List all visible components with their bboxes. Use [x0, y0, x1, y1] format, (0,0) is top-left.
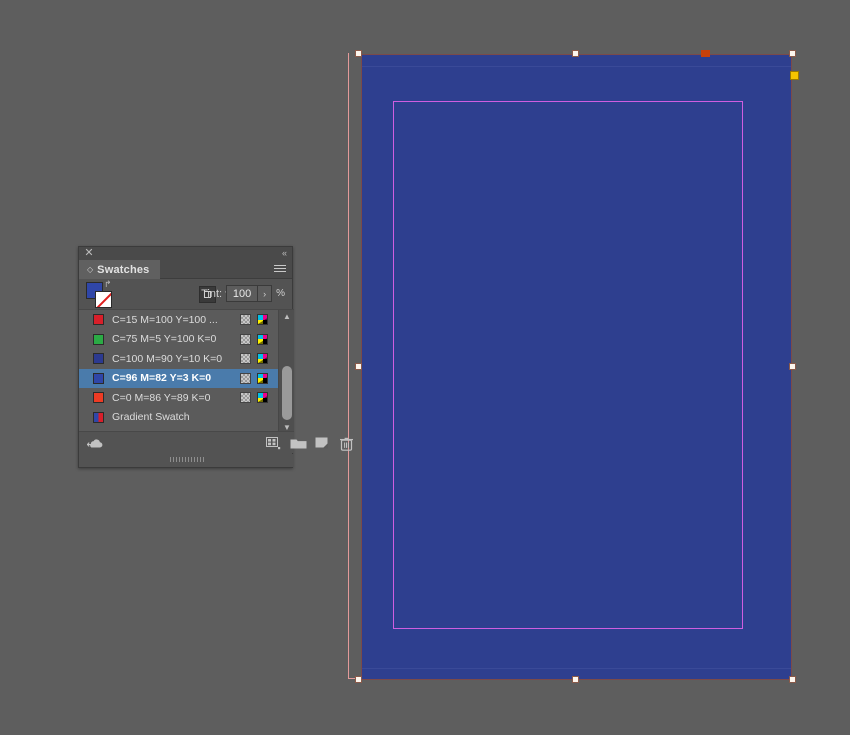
panel-title-bar[interactable]: ✕ «	[79, 247, 292, 260]
swatch-name-label: C=100 M=90 Y=10 K=0	[112, 352, 223, 365]
cmyk-mode-icon	[257, 314, 268, 326]
panel-menu-icon[interactable]	[274, 265, 286, 274]
tint-input[interactable]	[227, 286, 258, 301]
swatch-row[interactable]: C=100 M=90 Y=10 K=0	[79, 349, 278, 369]
swatch-name-label: Gradient Swatch	[112, 411, 190, 424]
swatch-row[interactable]: Gradient Swatch	[79, 408, 278, 428]
swatches-scrollbar[interactable]: ▲ ▼	[278, 310, 294, 433]
tint-dropdown-icon[interactable]: ›	[257, 286, 271, 301]
swatch-row-icons	[240, 353, 278, 365]
tab-swatches[interactable]: ◇ Swatches	[79, 260, 160, 279]
cmyk-mode-icon	[257, 353, 268, 365]
swatch-row[interactable]: C=15 M=100 Y=100 ...	[79, 310, 278, 330]
swatch-row[interactable]: C=0 M=86 Y=89 K=0	[79, 388, 278, 408]
swatch-row-icons	[240, 372, 278, 384]
swatch-row-icons	[240, 392, 278, 404]
selection-handle-middle-right[interactable]	[789, 363, 796, 370]
swatches-panel[interactable]: ✕ « ◇ Swatches ↱ T Tint: › %	[78, 246, 353, 468]
swatch-color-chip	[93, 333, 104, 345]
selection-handle-middle-left[interactable]	[355, 363, 362, 370]
swatches-bottom-bar[interactable]	[79, 431, 353, 453]
swatch-color-chip	[93, 372, 104, 384]
fill-stroke-widget[interactable]: ↱	[86, 280, 112, 308]
cmyk-mode-icon	[257, 392, 268, 404]
cc-libraries-icon[interactable]	[87, 436, 105, 451]
grip-dots-icon	[169, 457, 204, 462]
new-swatch-folder-icon[interactable]	[289, 436, 307, 451]
selection-handle-top-left[interactable]	[355, 50, 362, 57]
swatch-gradient-chip	[93, 411, 104, 423]
swatch-color-chip	[93, 353, 104, 365]
swatch-name-label: C=75 M=5 Y=100 K=0	[112, 333, 217, 346]
selection-handle-bottom-left[interactable]	[355, 676, 362, 683]
swap-fill-stroke-icon[interactable]: ↱	[104, 280, 112, 289]
tab-diamond-icon: ◇	[87, 264, 94, 274]
selection-handle-top-right[interactable]	[789, 50, 796, 57]
selection-handle-bottom-center[interactable]	[572, 676, 579, 683]
live-corner-widget-handle[interactable]	[790, 71, 799, 80]
panel-resize-grip[interactable]	[79, 454, 294, 467]
collapse-panel-icon[interactable]: «	[282, 248, 287, 259]
scrollbar-thumb[interactable]	[282, 366, 292, 420]
selection-handle-top-center[interactable]	[572, 50, 579, 57]
panel-tab-bar[interactable]: ◇ Swatches	[79, 260, 292, 279]
new-color-group-icon[interactable]	[265, 436, 281, 451]
swatch-row[interactable]: C=96 M=82 Y=3 K=0	[79, 368, 278, 388]
swatch-name-label: C=0 M=86 Y=89 K=0	[112, 391, 211, 404]
object-inner-line-bottom	[362, 668, 791, 669]
process-color-icon	[240, 333, 251, 345]
page-margin-guide	[393, 101, 743, 629]
swatch-color-chip	[93, 314, 104, 326]
process-color-icon	[240, 392, 251, 404]
swatches-tools-row[interactable]: ↱ T Tint: › %	[79, 279, 292, 309]
cmyk-mode-icon	[257, 372, 268, 384]
tint-percent-label: %	[276, 288, 285, 299]
scroll-up-icon[interactable]: ▲	[279, 310, 294, 323]
swatch-color-chip	[93, 392, 104, 404]
swatch-row-icons	[240, 333, 278, 345]
tint-field[interactable]: ›	[226, 285, 273, 302]
delete-swatch-icon[interactable]	[338, 436, 354, 451]
swatch-row[interactable]: C=75 M=5 Y=100 K=0	[79, 330, 278, 350]
tab-swatches-label: Swatches	[97, 263, 150, 276]
swatch-name-label: C=96 M=82 Y=3 K=0	[112, 372, 212, 385]
selection-handle-bottom-right[interactable]	[789, 676, 796, 683]
content-grabber-marker[interactable]	[701, 50, 710, 57]
page-edge-left-guide	[348, 53, 349, 679]
process-color-icon	[240, 314, 251, 326]
swatch-name-label: C=15 M=100 Y=100 ...	[112, 313, 218, 326]
tint-label: Tint:	[201, 287, 223, 300]
tint-control[interactable]: Tint: › %	[201, 285, 285, 302]
close-icon[interactable]: ✕	[84, 248, 94, 259]
new-swatch-icon[interactable]	[314, 436, 330, 451]
swatches-list-rows[interactable]: C=15 M=100 Y=100 ... C=75 M=5 Y=100 K=0 C=…	[79, 310, 278, 427]
swatch-row-icons	[240, 314, 278, 326]
process-color-icon	[240, 372, 251, 384]
object-inner-line-top	[362, 66, 791, 67]
stroke-none-swatch[interactable]	[95, 291, 112, 308]
swatches-list[interactable]: C=15 M=100 Y=100 ... C=75 M=5 Y=100 K=0 C=…	[79, 309, 294, 433]
process-color-icon	[240, 353, 251, 365]
cmyk-mode-icon	[257, 333, 268, 345]
